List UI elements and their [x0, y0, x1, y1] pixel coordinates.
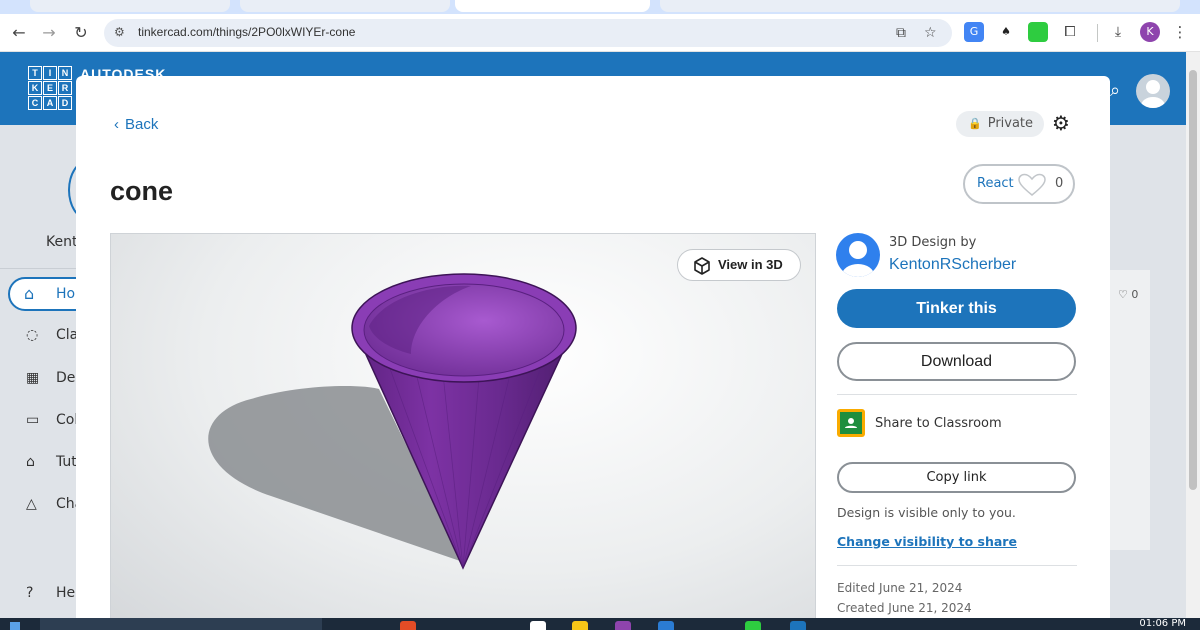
browser-toolbar: ← → ↻ ⚙ tinkercad.com/things/2PO0lxWIYEr… — [0, 14, 1200, 52]
background-card-likes: ♡ 0 — [1118, 288, 1139, 301]
taskbar-app-icon[interactable] — [530, 621, 546, 630]
chevron-left-icon: ‹ — [114, 116, 119, 133]
edited-date: Edited June 21, 2024 — [837, 581, 963, 595]
sidebar-item-designs[interactable]: ▦ De — [26, 370, 75, 386]
react-button[interactable]: React 0 — [963, 164, 1075, 204]
cube-icon — [694, 257, 710, 275]
bookmark-star-icon[interactable]: ☆ — [924, 25, 937, 41]
tinkercad-logo[interactable]: T I N K E R C A D — [28, 66, 72, 110]
heart-icon: ♡ — [1118, 288, 1128, 301]
translate-extension-icon[interactable]: G — [964, 22, 984, 42]
profile-avatar[interactable]: K — [1140, 22, 1160, 42]
address-url: tinkercad.com/things/2PO0lxWIYEr-cone — [138, 25, 356, 39]
privacy-badge[interactable]: 🔒 Private — [956, 111, 1044, 137]
browser-tab[interactable] — [240, 0, 450, 12]
address-bar[interactable]: ⚙ tinkercad.com/things/2PO0lxWIYEr-cone … — [104, 19, 952, 47]
help-icon: ? — [26, 585, 34, 601]
heart-icon — [1018, 173, 1046, 196]
install-app-icon[interactable]: ⧉ — [896, 25, 906, 41]
extensions-puzzle-icon[interactable]: ⧠ — [1060, 22, 1080, 42]
taskbar-clock[interactable]: 01:06 PM — [1139, 618, 1186, 629]
browser-tab[interactable] — [660, 0, 1180, 12]
folder-icon: ▭ — [26, 412, 40, 428]
author-name-link[interactable]: KentonRScherber — [889, 256, 1016, 274]
scrollbar-thumb[interactable] — [1189, 70, 1197, 490]
copy-link-button[interactable]: Copy link — [837, 462, 1076, 493]
download-button[interactable]: Download — [837, 342, 1076, 381]
os-taskbar: 01:06 PM — [0, 618, 1200, 630]
browser-tab-strip — [0, 0, 1200, 14]
search-icon[interactable]: ⌕ — [1110, 80, 1120, 101]
change-visibility-link[interactable]: Change visibility to share — [837, 534, 1017, 549]
sidebar-divider — [0, 268, 76, 269]
tinker-this-button[interactable]: Tinker this — [837, 289, 1076, 328]
page-title: cone — [110, 176, 174, 206]
browser-tab-active[interactable] — [455, 0, 650, 12]
sidebar-item-challenges[interactable]: △ Cha — [26, 496, 83, 512]
divider — [837, 565, 1077, 566]
google-classroom-icon[interactable] — [837, 409, 865, 437]
forward-arrow-icon[interactable]: → — [38, 22, 60, 44]
taskbar-app-icon[interactable] — [615, 621, 631, 630]
page-scrollbar[interactable] — [1186, 52, 1200, 622]
cone-render — [208, 273, 577, 570]
share-to-classroom-link[interactable]: Share to Classroom — [875, 416, 1002, 431]
taskbar-app-icon[interactable] — [658, 621, 674, 630]
apple-icon: ◌ — [26, 327, 39, 343]
taskbar-app-icon[interactable] — [572, 621, 588, 630]
taskbar-search[interactable] — [40, 618, 322, 630]
sidebar-item-tutorials[interactable]: ⌂ Tut — [26, 454, 77, 470]
download-icon[interactable]: ⤓ — [1108, 22, 1128, 42]
toolbar-divider — [1097, 24, 1098, 42]
divider — [837, 394, 1077, 395]
taskbar-app-icon[interactable] — [790, 621, 806, 630]
visibility-status: Design is visible only to you. — [837, 505, 1016, 520]
extension-green-icon[interactable] — [1028, 22, 1048, 42]
sidebar-item-classes[interactable]: ◌ Cla — [26, 327, 78, 343]
sidebar-item-collections[interactable]: ▭ Col — [26, 412, 78, 428]
author-avatar[interactable] — [836, 233, 880, 277]
view-in-3d-button[interactable]: View in 3D — [677, 249, 801, 281]
lock-icon: 🔒 — [968, 117, 982, 130]
extension-icon[interactable]: ♠ — [996, 22, 1016, 42]
design-preview[interactable]: View in 3D — [110, 233, 816, 630]
back-arrow-icon[interactable]: ← — [8, 22, 30, 44]
graduation-cap-icon: ⌂ — [26, 454, 35, 470]
author-prefix: 3D Design by — [889, 235, 977, 250]
taskbar-app-icon[interactable] — [745, 621, 761, 630]
grid-icon: ▦ — [26, 370, 40, 386]
created-date: Created June 21, 2024 — [837, 601, 972, 615]
background-card — [1110, 270, 1150, 550]
home-icon: ⌂ — [24, 284, 35, 303]
user-avatar[interactable] — [1136, 74, 1170, 108]
site-settings-icon[interactable]: ⚙ — [114, 25, 125, 39]
gear-icon[interactable]: ⚙ — [1052, 111, 1070, 135]
sidebar-item-help[interactable]: ? He — [26, 585, 75, 601]
windows-start-icon[interactable] — [10, 622, 20, 630]
back-button[interactable]: ‹ Back — [114, 116, 158, 133]
design-detail-modal: ‹ Back cone 🔒 Private ⚙ React 0 View in … — [76, 76, 1110, 630]
taskbar-app-icon[interactable] — [400, 621, 416, 630]
reload-icon[interactable]: ↻ — [70, 22, 92, 44]
shapes-icon: △ — [26, 496, 37, 512]
sidebar-item-label: Ho — [56, 286, 76, 302]
browser-tab[interactable] — [30, 0, 230, 12]
sidebar-username: Kent — [46, 234, 78, 250]
browser-menu-icon[interactable]: ⋮ — [1170, 22, 1190, 42]
